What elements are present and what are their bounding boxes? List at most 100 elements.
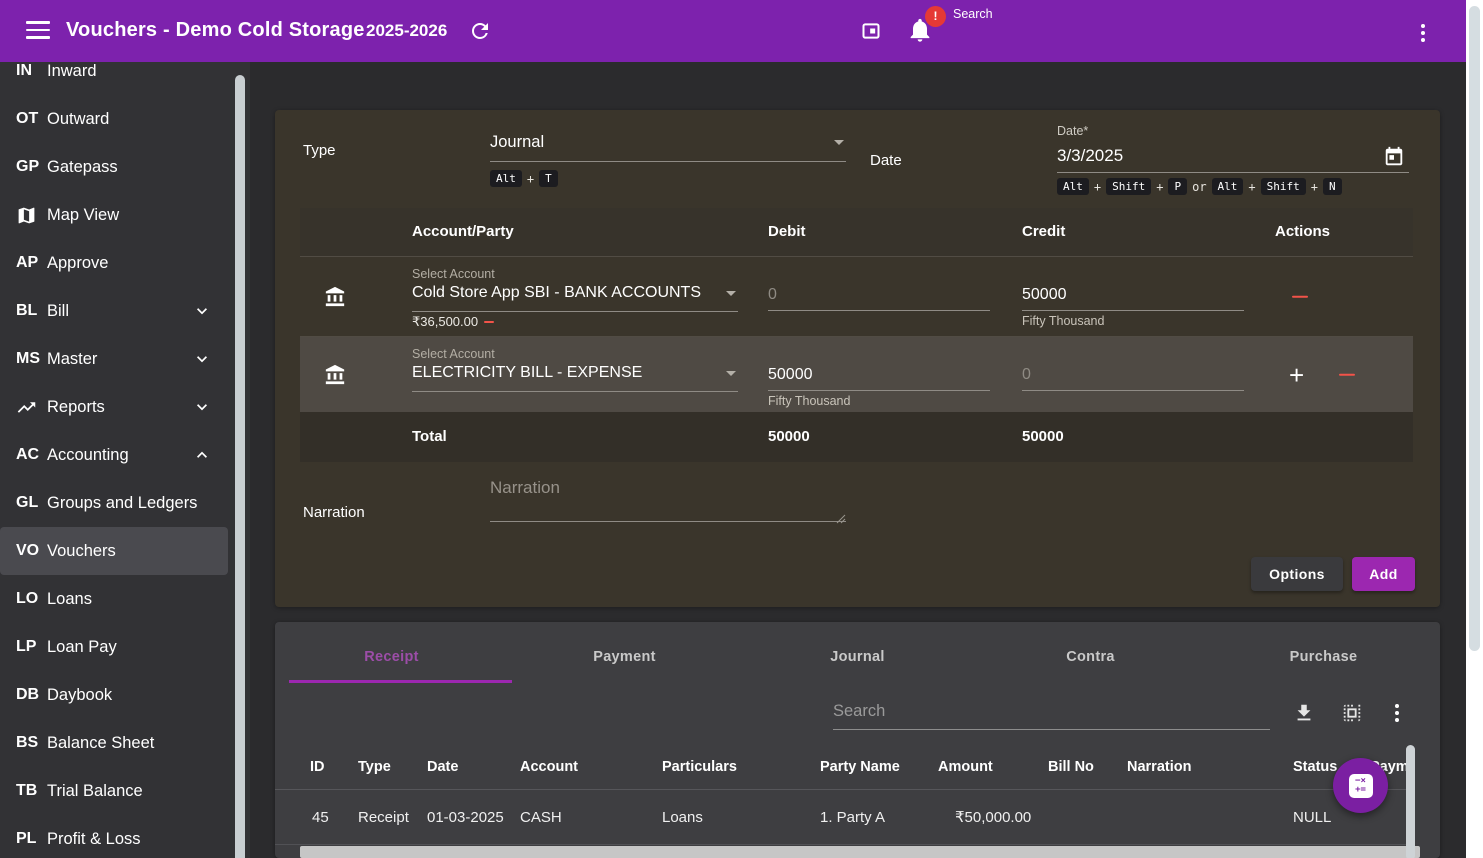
tab-payment[interactable]: Payment (508, 635, 741, 683)
date-field: Date* (1057, 124, 1409, 173)
app-window-icon[interactable] (861, 21, 881, 41)
credit-input[interactable] (1022, 366, 1244, 391)
date-label: Date (870, 152, 902, 169)
calendar-icon[interactable] (1383, 146, 1405, 168)
page-title: Vouchers - Demo Cold Storage (66, 19, 365, 42)
notifications-button[interactable]: ! (906, 16, 936, 46)
sidebar-item-reports[interactable]: Reports (0, 383, 228, 431)
remove-row-button[interactable] (1339, 373, 1355, 376)
sidebar-item-balance-sheet[interactable]: BSBalance Sheet (0, 719, 228, 767)
cell-particulars: Loans (662, 790, 703, 845)
remove-row-button[interactable] (1292, 295, 1308, 298)
voucher-search-field (833, 698, 1270, 730)
col-account-party: Account/Party (412, 208, 514, 256)
table-row[interactable]: 45 Receipt 01-03-2025 CASH Loans 1. Part… (275, 790, 1415, 845)
cell-amount: ₹50,000.00 (955, 790, 1031, 845)
sidebar-item-daybook[interactable]: DBDaybook (0, 671, 228, 719)
entry-total-row: Total 50000 50000 (300, 412, 1413, 462)
sidebar-item-trial-balance[interactable]: TBTrial Balance (0, 767, 228, 815)
voucher-type-select[interactable]: Journal (490, 133, 846, 162)
date-shortcut-hint: Alt + Shift + P or Alt + Shift + N (1057, 178, 1342, 195)
tab-receipt[interactable]: Receipt (275, 635, 508, 683)
sidebar-item-outward[interactable]: OTOutward (0, 95, 228, 143)
sidebar-item-inward[interactable]: INInward (0, 62, 228, 95)
col-credit: Credit (1022, 208, 1065, 256)
cell-id: 45 (312, 790, 329, 845)
narration-label: Narration (303, 504, 365, 521)
debit-input[interactable] (768, 286, 990, 311)
col-party-name: Party Name (820, 745, 900, 790)
col-id: ID (310, 745, 325, 790)
date-input[interactable] (1057, 144, 1409, 173)
main-scrollbar-thumb[interactable] (1469, 6, 1480, 651)
sidebar-item-master[interactable]: MSMaster (0, 335, 228, 383)
chevron-down-icon (726, 291, 736, 296)
bank-icon (324, 286, 346, 308)
negative-indicator-icon (484, 321, 494, 324)
account-select[interactable]: Cold Store App SBI - BANK ACCOUNTS (412, 284, 738, 312)
tab-purchase[interactable]: Purchase (1207, 635, 1440, 683)
sidebar-item-bill[interactable]: BLBill (0, 287, 228, 335)
add-button[interactable]: Add (1352, 557, 1415, 591)
cell-party-name: 1. Party A (820, 790, 885, 845)
col-status: Status (1293, 745, 1337, 790)
list-overflow-menu-icon[interactable] (1395, 704, 1399, 722)
col-actions: Actions (1275, 208, 1330, 256)
cell-account: CASH (520, 790, 562, 845)
chevron-down-icon (192, 397, 212, 417)
col-particulars: Particulars (662, 745, 737, 790)
main-scrollbar[interactable] (1466, 0, 1483, 858)
voucher-tabs: Receipt Payment Journal Contra Purchase (275, 635, 1440, 683)
app-header: Vouchers - Demo Cold Storage 2025-2026 !… (0, 0, 1466, 62)
sidebar-item-map-view[interactable]: Map View (0, 191, 228, 239)
sidebar-item-gatepass[interactable]: GPGatepass (0, 143, 228, 191)
entry-row: Select Account ELECTRICITY BILL - EXPENS… (300, 336, 1413, 412)
chevron-down-icon (726, 371, 736, 376)
sidebar-item-groups-and-ledgers[interactable]: GLGroups and Ledgers (0, 479, 228, 527)
total-credit: 50000 (1022, 412, 1064, 462)
narration-field (490, 478, 846, 527)
col-debit: Debit (768, 208, 806, 256)
sidebar-list: INInward OTOutward GPGatepass Map View A… (0, 62, 228, 858)
cell-type: Receipt (358, 790, 409, 845)
sidebar-item-profit-loss[interactable]: PLProfit & Loss (0, 815, 228, 858)
download-icon[interactable] (1293, 702, 1315, 724)
hamburger-menu-icon[interactable] (26, 21, 50, 41)
fiscal-year-selector[interactable]: 2025-2026 (366, 21, 447, 41)
sidebar-item-accounting[interactable]: ACAccounting (0, 431, 228, 479)
chevron-down-icon (192, 301, 212, 321)
select-account-label: Select Account (412, 347, 495, 361)
fab-calculator-button[interactable]: −×+= (1333, 758, 1388, 813)
voucher-form-panel: Type Journal Alt + T Date Date* Alt + Sh… (275, 110, 1440, 607)
total-debit: 50000 (768, 412, 810, 462)
resize-grip-icon[interactable] (836, 511, 846, 521)
sidebar-item-loans[interactable]: LOLoans (0, 575, 228, 623)
total-label: Total (412, 412, 447, 462)
credit-input[interactable] (1022, 286, 1244, 311)
table-vertical-scrollbar[interactable] (1406, 745, 1415, 858)
table-horizontal-scrollbar[interactable] (300, 846, 1420, 858)
select-columns-icon[interactable] (1341, 702, 1363, 724)
tab-journal[interactable]: Journal (741, 635, 974, 683)
sidebar-item-approve[interactable]: APApprove (0, 239, 228, 287)
chevron-down-icon (192, 349, 212, 369)
narration-textarea[interactable] (490, 478, 846, 522)
col-narration: Narration (1127, 745, 1191, 790)
entry-row: Select Account Cold Store App SBI - BANK… (300, 256, 1413, 336)
sidebar-scrollbar[interactable] (235, 75, 245, 858)
header-overflow-menu-icon[interactable] (1415, 22, 1431, 44)
debit-input[interactable] (768, 366, 990, 391)
calculator-icon: −×+= (1349, 774, 1373, 798)
voucher-search-input[interactable] (833, 698, 1270, 730)
options-button[interactable]: Options (1251, 557, 1343, 591)
refresh-icon[interactable] (468, 19, 492, 43)
chevron-down-icon (834, 140, 844, 145)
sidebar-item-vouchers[interactable]: VOVouchers (0, 527, 228, 575)
add-row-button[interactable]: + (1289, 365, 1304, 385)
header-search-label[interactable]: Search (953, 7, 993, 21)
voucher-table-header: ID Type Date Account Particulars Party N… (275, 745, 1415, 790)
sidebar-item-loan-pay[interactable]: LPLoan Pay (0, 623, 228, 671)
tab-contra[interactable]: Contra (974, 635, 1207, 683)
account-select[interactable]: ELECTRICITY BILL - EXPENSE (412, 364, 738, 392)
select-account-label: Select Account (412, 267, 495, 281)
